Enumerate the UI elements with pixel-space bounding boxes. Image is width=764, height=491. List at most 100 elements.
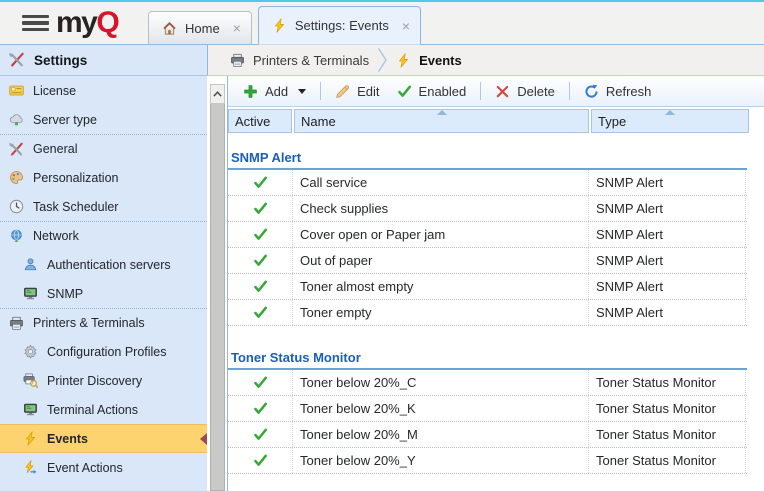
toolbar-separator — [480, 82, 481, 100]
edit-button[interactable]: Edit — [327, 81, 387, 102]
house-icon — [162, 21, 177, 36]
cell-name: Toner almost empty — [292, 274, 588, 299]
table-row[interactable]: Toner below 20%_YToner Status Monitor — [228, 448, 747, 474]
tab-strip: Home×Settings: Events× — [148, 6, 421, 45]
table-row[interactable]: Toner below 20%_MToner Status Monitor — [228, 422, 747, 448]
sort-arrow-icon[interactable] — [665, 110, 675, 115]
logo-text-my: my — [56, 6, 96, 39]
plus-icon — [243, 84, 258, 99]
cell-active — [228, 370, 292, 395]
group-header-snmp-alert: SNMP Alert — [228, 147, 747, 170]
tab-settings-events[interactable]: Settings: Events× — [258, 6, 421, 45]
sort-arrow-icon[interactable] — [437, 110, 447, 115]
add-button[interactable]: Add — [235, 81, 314, 102]
table-row[interactable]: Toner below 20%_CToner Status Monitor — [228, 370, 747, 396]
cell-type: Toner Status Monitor — [588, 448, 746, 473]
sidebar-item-terminal-actions[interactable]: Terminal Actions — [0, 395, 207, 424]
close-icon[interactable]: × — [402, 19, 410, 33]
sidebar-item-events[interactable]: Events — [0, 424, 207, 453]
sidebar-item-printer-discovery[interactable]: Printer Discovery — [0, 366, 207, 395]
table-row[interactable]: Out of paperSNMP Alert — [228, 248, 747, 274]
toolbar-button-label: Add — [265, 84, 288, 99]
sidebar-menu: LicenseServer type General Personalization… — [0, 76, 207, 491]
breadcrumb-item-printers-terminals[interactable]: Printers & Terminals — [230, 53, 369, 68]
scroll-up-button[interactable] — [210, 84, 225, 104]
monitor-icon — [23, 286, 38, 301]
sidebar-item-general[interactable]: General — [0, 134, 207, 163]
table-row[interactable]: Toner below 20%_KToner Status Monitor — [228, 396, 747, 422]
myq-logo: myQ — [56, 8, 118, 38]
close-icon[interactable]: × — [233, 21, 241, 35]
cell-type: Toner Status Monitor — [588, 396, 746, 421]
toolbar-button-label: Delete — [517, 84, 555, 99]
table-row[interactable]: Call serviceSNMP Alert — [228, 170, 747, 196]
cell-active — [228, 222, 292, 247]
monitor-icon — [23, 402, 38, 417]
sidebar-item-server-type[interactable]: Server type — [0, 105, 207, 134]
sidebar-item-task-scheduler[interactable]: Task Scheduler — [0, 192, 207, 221]
sidebar-item-label: Terminal Actions — [47, 403, 138, 417]
sidebar-item-label: Authentication servers — [47, 258, 171, 272]
enabled-button[interactable]: Enabled — [389, 81, 475, 102]
printer-icon — [230, 53, 245, 68]
hamburger-menu-icon[interactable] — [22, 15, 49, 32]
check-icon — [253, 201, 268, 216]
sidebar-item-label: Task Scheduler — [33, 200, 118, 214]
sidebar-header-settings: Settings — [0, 45, 207, 76]
breadcrumb-label: Printers & Terminals — [253, 53, 369, 68]
printer-search-icon — [23, 373, 38, 388]
app-window: myQ Home×Settings: Events× Settings Lice… — [0, 0, 764, 491]
refresh-icon — [584, 84, 599, 99]
cell-type: SNMP Alert — [588, 274, 746, 299]
lightning-arrow-icon — [23, 460, 38, 475]
sidebar-item-label: Printers & Terminals — [33, 316, 145, 330]
events-table-body: SNMP AlertCall serviceSNMP AlertCheck su… — [228, 133, 764, 491]
cell-active — [228, 396, 292, 421]
sidebar-item-printers-terminals[interactable]: Printers & Terminals — [0, 308, 207, 337]
toolbar-separator — [569, 82, 570, 100]
sidebar-scrollbar — [207, 76, 227, 491]
license-icon — [9, 83, 24, 98]
sidebar-item-authentication-servers[interactable]: Authentication servers — [0, 250, 207, 279]
tools-icon — [9, 142, 24, 157]
printer-icon — [9, 316, 24, 331]
cell-active — [228, 448, 292, 473]
sidebar-item-personalization[interactable]: Personalization — [0, 163, 207, 192]
check-icon — [253, 427, 268, 442]
table-row[interactable]: Check suppliesSNMP Alert — [228, 196, 747, 222]
sidebar-item-network[interactable]: Network — [0, 221, 207, 250]
top-bar: myQ Home×Settings: Events× — [0, 2, 764, 45]
lightning-icon — [272, 18, 287, 33]
column-header-active[interactable]: Active — [228, 109, 292, 133]
tools-icon — [9, 52, 25, 68]
sidebar: Settings LicenseServer type General Person… — [0, 45, 207, 491]
breadcrumb-chevron-icon — [378, 48, 387, 72]
table-row[interactable]: Toner emptySNMP Alert — [228, 300, 747, 326]
cell-type: Toner Status Monitor — [588, 370, 746, 395]
sidebar-item-license[interactable]: License — [0, 76, 207, 105]
sidebar-item-configuration-profiles[interactable]: Configuration Profiles — [0, 337, 207, 366]
cell-type: Toner Status Monitor — [588, 422, 746, 447]
sidebar-item-snmp[interactable]: SNMP — [0, 279, 207, 308]
sidebar-item-label: General — [33, 142, 77, 156]
group-header-toner-status-monitor: Toner Status Monitor — [228, 347, 747, 370]
scrollbar-thumb[interactable] — [210, 104, 225, 491]
table-row[interactable]: Cover open or Paper jamSNMP Alert — [228, 222, 747, 248]
sidebar-item-event-actions[interactable]: Event Actions — [0, 453, 207, 482]
column-header-type[interactable]: Type — [591, 109, 749, 133]
column-header-label: Name — [301, 114, 336, 129]
cell-name: Call service — [292, 170, 588, 195]
cell-type: SNMP Alert — [588, 248, 746, 273]
check-icon — [253, 279, 268, 294]
breadcrumb: Printers & Terminals Events — [207, 45, 764, 76]
table-row[interactable]: Toner almost emptySNMP Alert — [228, 274, 747, 300]
main-panel: Printers & Terminals Events Add EditEnable… — [207, 45, 764, 491]
cell-type: SNMP Alert — [588, 222, 746, 247]
delete-button[interactable]: Delete — [487, 81, 563, 102]
breadcrumb-label: Events — [419, 53, 462, 68]
refresh-button[interactable]: Refresh — [576, 81, 660, 102]
sidebar-item-label: SNMP — [47, 287, 83, 301]
cell-name: Toner below 20%_K — [292, 396, 588, 421]
tab-home[interactable]: Home× — [148, 11, 252, 45]
column-header-name[interactable]: Name — [294, 109, 589, 133]
